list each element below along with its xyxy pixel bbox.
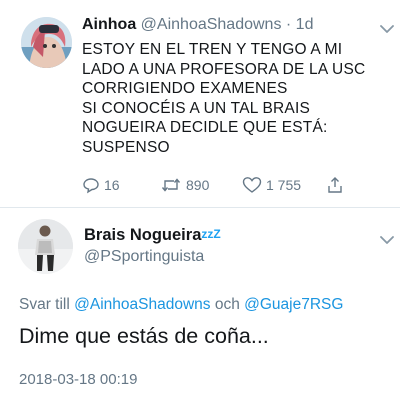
retweet-button[interactable]: 890: [160, 176, 209, 194]
mention-link[interactable]: @Guaje7RSG: [244, 296, 343, 313]
replying-to-line: Svar till @AinhoaShadowns och @Guaje7RSG: [19, 296, 343, 314]
tweet-timestamp[interactable]: 2018-03-18 00:19: [19, 371, 137, 388]
reply-button[interactable]: 16: [82, 176, 120, 194]
chevron-down-icon[interactable]: [378, 234, 396, 246]
tweet-text-line: SI CONOCÉIS A UN TAL BRAIS: [82, 99, 311, 117]
avatar[interactable]: [18, 219, 73, 274]
reply-author-handle[interactable]: @PSportinguista: [84, 248, 204, 266]
tweet-text-line: LADO A UNA PROFESORA DE LA USC: [82, 60, 366, 78]
tweet-text-line: ESTOY EN EL TREN Y TENGO A MI: [82, 41, 343, 58]
reply-icon: [83, 178, 99, 194]
divider: [0, 207, 400, 208]
tweet-text: ESTOY EN EL TREN Y TENGO A MI LADO A UNA…: [82, 40, 382, 157]
reply-joiner: och: [210, 296, 245, 313]
tweet-author-line: Ainhoa @AinhoaShadowns · 1d: [82, 16, 313, 34]
sleep-emoji-badge: zzZ: [201, 227, 221, 241]
retweet-icon: [161, 178, 181, 192]
author-handle[interactable]: @AinhoaShadowns: [141, 16, 282, 33]
tweet-text-line: SUSPENSO: [82, 138, 170, 156]
reply-author-name[interactable]: Brais NogueirazzZ: [84, 226, 221, 245]
avatar[interactable]: [21, 17, 72, 68]
reply-text: Dime que estás de coña...: [19, 324, 269, 348]
avatar-image: [18, 219, 73, 274]
heart-icon: [242, 177, 262, 193]
retweet-count: 890: [186, 177, 210, 193]
reply-display-name: Brais Nogueira: [84, 226, 202, 244]
share-button[interactable]: [326, 176, 344, 194]
reply-count: 16: [104, 177, 120, 193]
chevron-down-icon[interactable]: [378, 23, 396, 35]
tweet-text-line: NOGUEIRA DECIDLE QUE ESTÁ:: [82, 119, 328, 136]
share-icon: [328, 177, 342, 193]
tweet-text-line: CORRIGIENDO EXAMENES: [82, 80, 288, 97]
like-count: 1 755: [266, 177, 302, 193]
mention-link[interactable]: @AinhoaShadowns: [74, 296, 210, 313]
author-display-name[interactable]: Ainhoa: [82, 16, 136, 33]
avatar-image: [21, 17, 72, 68]
reply-prefix: Svar till: [19, 296, 75, 313]
original-tweet[interactable]: Ainhoa @AinhoaShadowns · 1d ESTOY EN EL …: [0, 0, 400, 205]
tweet-actions: 16 890 1 755: [82, 176, 382, 196]
meta-separator: ·: [281, 16, 296, 33]
tweet-age[interactable]: 1d: [296, 16, 314, 33]
like-button[interactable]: 1 755: [242, 176, 301, 194]
